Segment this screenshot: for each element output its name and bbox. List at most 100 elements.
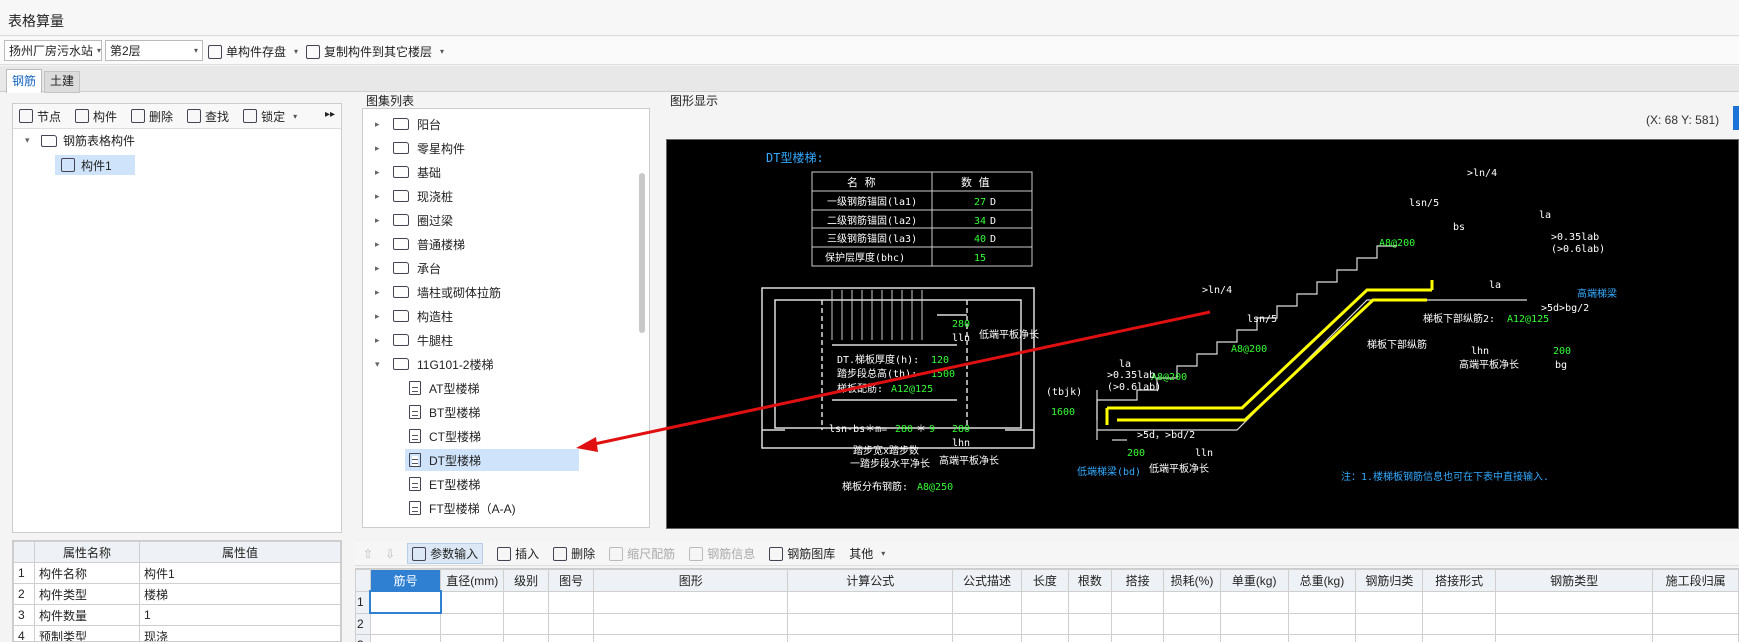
table-cell[interactable] (1422, 612, 1496, 635)
column-header[interactable]: 筋号 (369, 569, 442, 592)
graphic-side-button[interactable] (1733, 106, 1739, 130)
collapse-icon[interactable]: ▾ (25, 135, 35, 146)
table-cell[interactable] (787, 612, 954, 635)
table-row[interactable]: 3 (355, 634, 1739, 642)
table-cell[interactable] (369, 612, 442, 635)
param-input-button[interactable]: 参数输入 (407, 543, 484, 564)
table-cell[interactable] (1494, 590, 1654, 614)
move-down-icon[interactable]: ⇩ (385, 547, 395, 561)
column-header[interactable]: 损耗(%) (1163, 569, 1221, 592)
atlas-item[interactable]: DT型楼梯 (405, 449, 579, 471)
cad-canvas[interactable]: DT型楼梯: 名 称 数 值 一级钢筋锚固(la1) 27 D 二级钢筋锚固(l… (666, 139, 1739, 529)
table-cell[interactable] (593, 612, 789, 635)
table-cell[interactable] (1219, 634, 1289, 642)
expand-arrow-icon[interactable]: ▸ (375, 191, 385, 202)
table-cell[interactable] (503, 612, 550, 635)
find-button[interactable]: 查找 (187, 108, 229, 125)
atlas-item[interactable]: BT型楼梯 (405, 401, 579, 423)
column-header[interactable]: 长度 (1021, 569, 1069, 592)
rebar-library-button[interactable]: 钢筋图库 (769, 545, 835, 562)
table-cell[interactable] (952, 634, 1023, 642)
expand-arrow-icon[interactable]: ▸ (375, 311, 385, 322)
atlas-folder[interactable]: ▸ 基础 (375, 161, 441, 183)
expand-arrow-icon[interactable]: ▸ (375, 143, 385, 154)
column-header[interactable]: 图形 (593, 569, 789, 592)
table-cell[interactable] (1652, 612, 1739, 635)
table-cell[interactable] (1422, 634, 1496, 642)
table-cell[interactable] (1494, 634, 1654, 642)
table-cell[interactable] (1021, 590, 1069, 614)
tab-rebar[interactable]: 钢筋 (6, 69, 42, 93)
table-cell[interactable] (1355, 634, 1424, 642)
column-header[interactable]: 施工段归属 (1652, 569, 1739, 592)
table-cell[interactable] (1422, 590, 1496, 614)
atlas-item[interactable]: ET型楼梯 (405, 473, 579, 495)
table-cell[interactable] (440, 634, 505, 642)
expand-icon[interactable]: ▸▸ (325, 109, 335, 120)
table-cell[interactable] (1067, 590, 1112, 614)
copy-to-floor-button[interactable]: 复制构件到其它楼层 ▾ (306, 43, 444, 60)
table-cell[interactable] (952, 612, 1023, 635)
table-cell[interactable] (1219, 612, 1289, 635)
table-cell[interactable] (548, 612, 595, 635)
insert-button[interactable]: 插入 (497, 545, 539, 562)
table-cell[interactable] (369, 634, 442, 642)
atlas-folder[interactable]: ▸ 承台 (375, 257, 441, 279)
expand-arrow-icon[interactable]: ▸ (375, 119, 385, 130)
table-cell[interactable] (787, 634, 954, 642)
column-header[interactable]: 钢筋类型 (1494, 569, 1654, 592)
atlas-scrollbar[interactable] (639, 173, 645, 333)
delete-button[interactable]: 删除 (131, 108, 173, 125)
table-cell[interactable] (369, 590, 442, 614)
atlas-folder[interactable]: ▸ 普通楼梯 (375, 233, 465, 255)
table-cell[interactable] (1110, 590, 1165, 614)
other-menu[interactable]: 其他 ▾ (849, 545, 885, 562)
table-cell[interactable] (1219, 590, 1289, 614)
column-header[interactable]: 单重(kg) (1219, 569, 1289, 592)
column-header[interactable]: 公式描述 (952, 569, 1023, 592)
table-cell[interactable] (1067, 612, 1112, 635)
table-cell[interactable] (1652, 634, 1739, 642)
table-cell[interactable] (1163, 590, 1221, 614)
delete-row-button[interactable]: 删除 (553, 545, 595, 562)
atlas-item[interactable]: FT型楼梯（A-A) (405, 497, 579, 519)
atlas-folder[interactable]: ▸ 圈过梁 (375, 209, 453, 231)
column-header[interactable]: 计算公式 (787, 569, 954, 592)
table-cell[interactable] (503, 634, 550, 642)
atlas-folder[interactable]: ▸ 现浇桩 (375, 185, 453, 207)
table-cell[interactable] (1287, 634, 1357, 642)
column-header[interactable]: 根数 (1067, 569, 1112, 592)
table-cell[interactable] (1287, 590, 1357, 614)
table-cell[interactable] (593, 590, 789, 614)
table-cell[interactable] (1021, 634, 1069, 642)
column-header[interactable]: 搭接形式 (1422, 569, 1496, 592)
table-cell[interactable] (593, 634, 789, 642)
table-cell[interactable] (952, 590, 1023, 614)
table-cell[interactable] (548, 590, 595, 614)
atlas-folder[interactable]: ▸ 阳台 (375, 113, 441, 135)
table-cell[interactable] (1494, 612, 1654, 635)
expand-arrow-icon[interactable]: ▸ (375, 215, 385, 226)
atlas-folder[interactable]: ▸ 零星构件 (375, 137, 465, 159)
prop-row[interactable]: 2 构件类型 楼梯 (13, 583, 341, 605)
table-cell[interactable] (1355, 590, 1424, 614)
atlas-folder[interactable]: ▸ 墙柱或砌体拉筋 (375, 281, 501, 303)
column-header[interactable]: 图号 (548, 569, 595, 592)
expand-arrow-icon[interactable]: ▸ (375, 287, 385, 298)
project-select[interactable]: 扬州厂房污水站 ▾ (4, 40, 102, 61)
atlas-folder[interactable]: ▸ 牛腿柱 (375, 329, 453, 351)
prop-row[interactable]: 4 预制类型 现浇 (13, 625, 341, 641)
save-component-button[interactable]: 单构件存盘 ▾ (208, 43, 298, 60)
column-header[interactable]: 直径(mm) (440, 569, 505, 592)
atlas-folder-open[interactable]: ▾ 11G101-2楼梯 (375, 353, 493, 375)
table-cell[interactable] (440, 612, 505, 635)
expand-arrow-icon[interactable]: ▸ (375, 239, 385, 250)
table-cell[interactable] (1652, 590, 1739, 614)
table-cell[interactable] (548, 634, 595, 642)
table-cell[interactable] (1067, 634, 1112, 642)
table-row[interactable]: 2 (355, 612, 1739, 635)
rebar-info-button[interactable]: 钢筋信息 (689, 545, 755, 562)
table-cell[interactable] (503, 590, 550, 614)
prop-row[interactable]: 1 构件名称 构件1 (13, 562, 341, 584)
expand-arrow-icon[interactable]: ▸ (375, 263, 385, 274)
